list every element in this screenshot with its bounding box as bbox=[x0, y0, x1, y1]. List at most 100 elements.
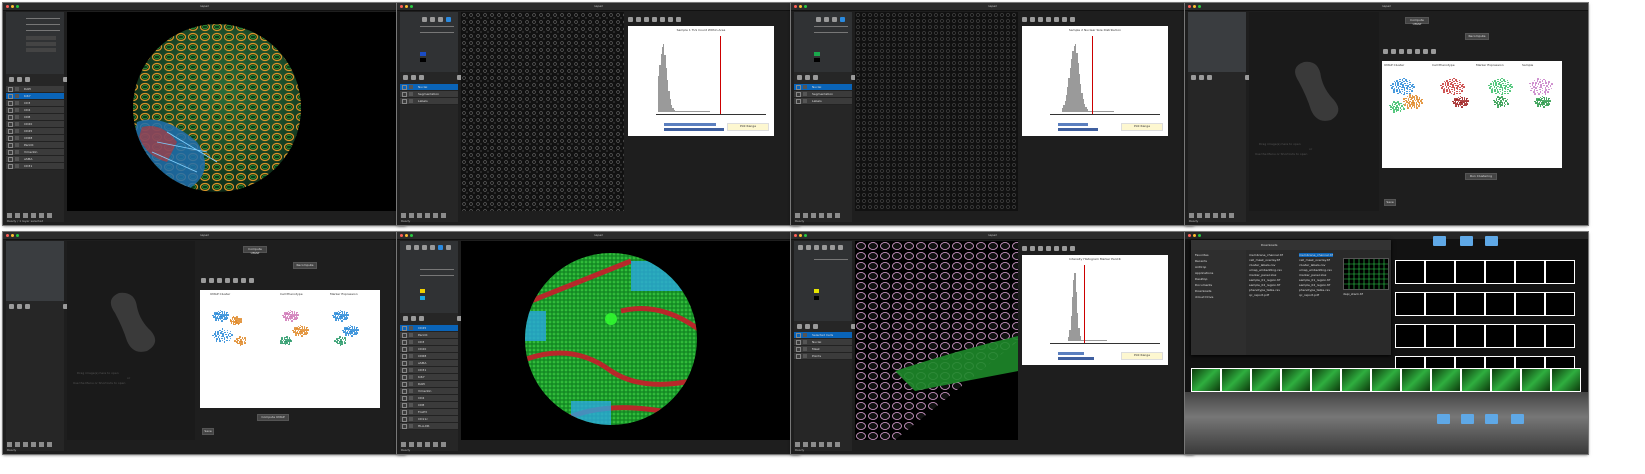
new-shapes-icon[interactable] bbox=[805, 75, 810, 80]
ndisplay-icon[interactable] bbox=[15, 213, 20, 218]
new-points-icon[interactable] bbox=[1191, 75, 1196, 80]
rect-icon[interactable] bbox=[822, 245, 827, 250]
forward-icon[interactable] bbox=[1038, 246, 1043, 251]
ellipse-icon[interactable] bbox=[830, 245, 835, 250]
visibility-icon[interactable] bbox=[8, 87, 13, 92]
image-thumbnail[interactable] bbox=[1461, 368, 1491, 392]
select-icon[interactable] bbox=[816, 17, 821, 22]
blending-select[interactable] bbox=[26, 42, 56, 46]
file-item[interactable]: sample_02_region.tif bbox=[1249, 283, 1280, 287]
visibility-icon[interactable] bbox=[402, 347, 407, 352]
console-icon[interactable] bbox=[1189, 213, 1194, 218]
visibility-icon[interactable] bbox=[796, 340, 801, 345]
image-canvas[interactable] bbox=[855, 12, 1018, 211]
image-thumbnail[interactable] bbox=[1485, 292, 1515, 316]
image-thumbnail[interactable] bbox=[1551, 368, 1581, 392]
image-thumbnail[interactable] bbox=[1221, 368, 1251, 392]
console-icon[interactable] bbox=[7, 442, 12, 447]
transpose-icon[interactable] bbox=[425, 213, 430, 218]
close-button[interactable] bbox=[1188, 234, 1191, 237]
pan-icon[interactable] bbox=[430, 17, 435, 22]
layer-row[interactable]: aSMA bbox=[400, 360, 458, 367]
add-icon[interactable] bbox=[814, 245, 819, 250]
forward-icon[interactable] bbox=[1399, 49, 1404, 54]
file-item[interactable]: qc_report.pdf bbox=[1249, 293, 1269, 297]
visibility-icon[interactable] bbox=[402, 424, 407, 429]
image-thumbnail[interactable] bbox=[1311, 368, 1341, 392]
roll-icon[interactable] bbox=[417, 442, 422, 447]
label-color-swatch-2[interactable] bbox=[420, 296, 425, 300]
roll-icon[interactable] bbox=[811, 213, 816, 218]
layer-row[interactable]: CD4 bbox=[400, 395, 458, 402]
file-item[interactable]: cell_mask_overlay.tif bbox=[1299, 258, 1330, 262]
home-icon[interactable] bbox=[47, 442, 52, 447]
configure-icon[interactable] bbox=[241, 278, 246, 283]
face-color-swatch[interactable] bbox=[420, 52, 426, 56]
file-item[interactable]: cluster_labels.csv bbox=[1249, 263, 1275, 267]
new-shapes-icon[interactable] bbox=[411, 75, 416, 80]
layer-row[interactable]: Mask bbox=[794, 346, 852, 353]
search-icon[interactable] bbox=[446, 17, 451, 22]
roll-icon[interactable] bbox=[417, 213, 422, 218]
pan-icon[interactable] bbox=[1046, 17, 1051, 22]
edge-color-swatch[interactable] bbox=[814, 296, 819, 300]
layer-row[interactable]: PanCK bbox=[6, 142, 64, 149]
console-icon[interactable] bbox=[401, 213, 406, 218]
ndisplay-icon[interactable] bbox=[803, 442, 808, 447]
finder-sidebar-item[interactable]: Downloads bbox=[1195, 289, 1211, 293]
image-thumbnail[interactable] bbox=[1395, 260, 1425, 284]
lower-range-slider[interactable] bbox=[1058, 123, 1088, 126]
folder-icon[interactable] bbox=[1433, 236, 1446, 246]
visibility-icon[interactable] bbox=[402, 389, 407, 394]
ndisplay-icon[interactable] bbox=[409, 213, 414, 218]
home-icon[interactable] bbox=[1383, 49, 1388, 54]
file-item[interactable]: phenotype_table.csv bbox=[1249, 288, 1280, 292]
layer-row[interactable]: Labels bbox=[400, 98, 458, 105]
brush-size-slider[interactable] bbox=[420, 275, 454, 276]
image-thumbnail[interactable] bbox=[1545, 260, 1575, 284]
file-item[interactable]: membrane_channel.tif bbox=[1249, 253, 1283, 257]
transpose-icon[interactable] bbox=[425, 442, 430, 447]
file-item[interactable]: sample_01_region.tif bbox=[1249, 278, 1280, 282]
visibility-icon[interactable] bbox=[402, 354, 407, 359]
line-icon[interactable] bbox=[838, 245, 843, 250]
select-icon[interactable] bbox=[798, 245, 803, 250]
finder-sidebar-item[interactable]: Favorites bbox=[1195, 253, 1209, 257]
add-icon[interactable] bbox=[832, 17, 837, 22]
visibility-icon[interactable] bbox=[402, 333, 407, 338]
pan-icon[interactable] bbox=[225, 278, 230, 283]
home-icon[interactable] bbox=[835, 442, 840, 447]
add-icon[interactable] bbox=[438, 17, 443, 22]
layer-row[interactable]: CD4 bbox=[6, 107, 64, 114]
pan-icon[interactable] bbox=[1046, 246, 1051, 251]
image-thumbnail[interactable] bbox=[1455, 292, 1485, 316]
visibility-icon[interactable] bbox=[402, 382, 407, 387]
roll-icon[interactable] bbox=[1205, 213, 1210, 218]
visibility-icon[interactable] bbox=[402, 403, 407, 408]
grid-icon[interactable] bbox=[1221, 213, 1226, 218]
forward-icon[interactable] bbox=[1038, 17, 1043, 22]
zoom-icon[interactable] bbox=[1415, 49, 1420, 54]
plot-range-button[interactable]: Plot Range bbox=[1121, 123, 1163, 131]
home-icon[interactable] bbox=[441, 442, 446, 447]
visibility-icon[interactable] bbox=[402, 368, 407, 373]
interpolation-select[interactable] bbox=[26, 48, 56, 52]
visibility-icon[interactable] bbox=[402, 410, 407, 415]
opacity-slider[interactable] bbox=[420, 269, 454, 270]
file-item[interactable]: qc_report.pdf bbox=[1299, 293, 1319, 297]
plot-range-button[interactable]: Plot Range bbox=[1121, 352, 1163, 360]
visibility-icon[interactable] bbox=[8, 94, 13, 99]
pan-icon[interactable] bbox=[824, 17, 829, 22]
visibility-icon[interactable] bbox=[796, 99, 801, 104]
home-icon[interactable] bbox=[47, 213, 52, 218]
opacity-slider[interactable] bbox=[26, 18, 60, 19]
configure-icon[interactable] bbox=[1423, 49, 1428, 54]
pan-icon[interactable] bbox=[1407, 49, 1412, 54]
new-shapes-icon[interactable] bbox=[411, 316, 416, 321]
console-icon[interactable] bbox=[7, 213, 12, 218]
layer-row[interactable]: Vimentin bbox=[6, 149, 64, 156]
layer-row[interactable]: CD45 bbox=[6, 128, 64, 135]
opacity-slider[interactable] bbox=[814, 26, 848, 27]
visibility-icon[interactable] bbox=[402, 396, 407, 401]
new-points-icon[interactable] bbox=[403, 316, 408, 321]
